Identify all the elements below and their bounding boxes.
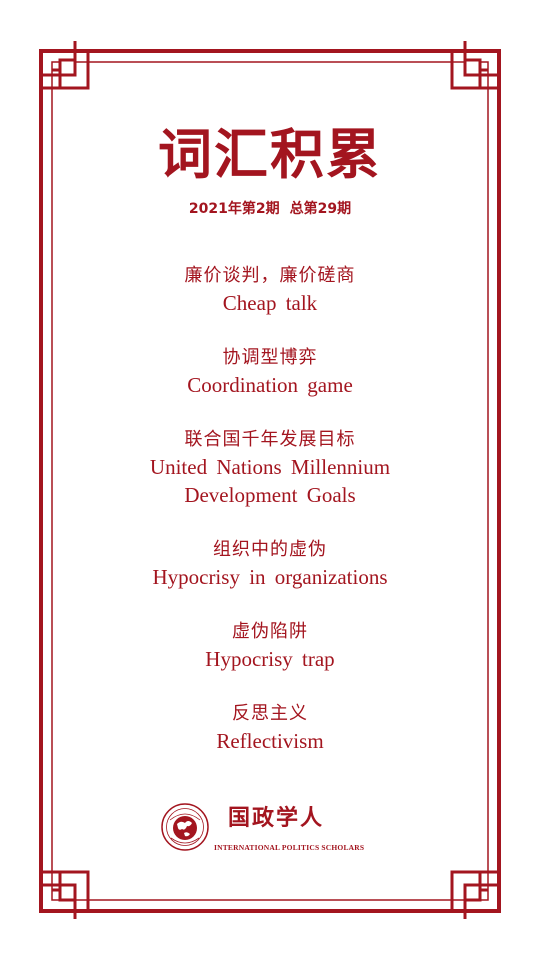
term-chinese: 联合国千年发展目标	[184, 429, 356, 450]
issue-total: 总第29期	[289, 201, 352, 217]
term-english: Hypocrisy trap	[205, 647, 335, 671]
globe-emblem-icon	[161, 803, 209, 851]
vocabulary-item: 联合国千年发展目标 United Nations Millennium Deve…	[0, 427, 540, 509]
vocabulary-item: 反思主义 Reflectivism	[0, 701, 540, 755]
logo-english-name: INTERNATIONAL POLITICS SCHOLARS	[214, 843, 365, 852]
term-chinese: 虚伪陷阱	[232, 621, 308, 642]
term-chinese: 协调型博弈	[222, 347, 318, 368]
term-english: Hypocrisy in organizations	[152, 565, 388, 589]
vocabulary-item: 协调型博弈 Coordination game	[0, 345, 540, 399]
vocabulary-item: 虚伪陷阱 Hypocrisy trap	[0, 619, 540, 673]
term-english: Coordination game	[187, 373, 353, 397]
term-chinese: 廉价谈判，廉价磋商	[184, 265, 356, 286]
term-english: Reflectivism	[216, 729, 324, 753]
vocabulary-list: 廉价谈判，廉价磋商 Cheap talk 协调型博弈 Coordination …	[0, 263, 540, 783]
page-title: 词汇积累	[158, 122, 382, 186]
term-chinese: 组织中的虚伪	[213, 539, 327, 560]
term-chinese: 反思主义	[232, 703, 308, 724]
issue-year: 2021年第2期	[188, 201, 280, 217]
term-english: Cheap talk	[222, 291, 318, 315]
issue-info: 2021年第2期 总第29期	[0, 199, 540, 219]
logo-chinese-name: 国政学人	[228, 806, 325, 831]
publisher-logo: 国政学人 INTERNATIONAL POLITICS SCHOLARS	[160, 800, 390, 856]
vocabulary-item: 廉价谈判，廉价磋商 Cheap talk	[0, 263, 540, 317]
vocabulary-item: 组织中的虚伪 Hypocrisy in organizations	[0, 537, 540, 591]
term-english: United Nations Millennium Development Go…	[149, 455, 391, 507]
